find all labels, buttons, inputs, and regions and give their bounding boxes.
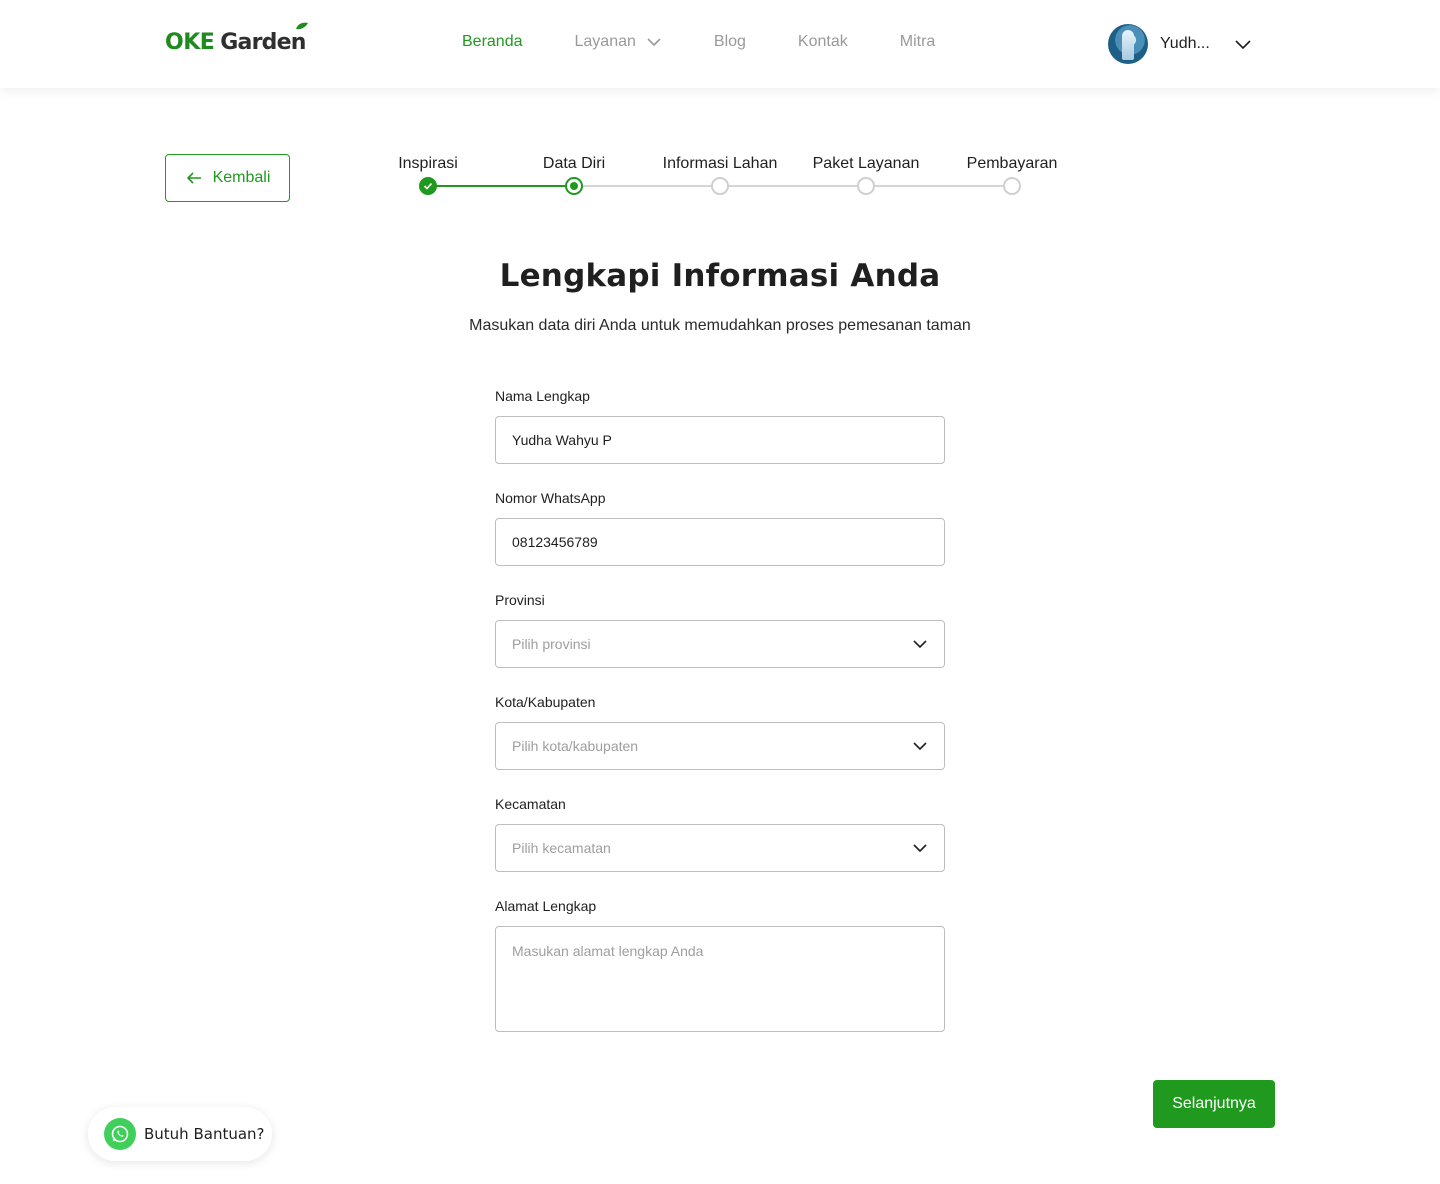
nav-label-kontak: Kontak <box>797 33 848 50</box>
nav-label-beranda: Beranda <box>462 33 523 50</box>
city-placeholder: Pilih kota/kabupaten <box>512 738 639 754</box>
page-subtitle: Masukan data diri Anda untuk memudahkan … <box>469 317 971 334</box>
district-label: Kecamatan <box>495 796 566 812</box>
province-placeholder: Pilih provinsi <box>512 636 591 652</box>
step-dot-pending <box>711 177 729 195</box>
top-navbar: OKE Garden Beranda Layanan Blog Kontak M… <box>0 0 1440 88</box>
whatsapp-label: Nomor WhatsApp <box>495 490 606 506</box>
nav-item-blog[interactable]: Blog <box>714 33 746 51</box>
district-placeholder: Pilih kecamatan <box>512 840 611 856</box>
chevron-down-icon <box>913 640 927 649</box>
chevron-down-icon <box>647 38 661 47</box>
avatar <box>1108 24 1148 64</box>
logo-text-oke: OKE <box>165 30 215 55</box>
chevron-down-icon <box>913 844 927 853</box>
whatsapp-icon <box>104 1118 136 1150</box>
nav-label-mitra: Mitra <box>899 33 936 50</box>
user-menu[interactable]: Yudh... <box>1108 24 1252 64</box>
step-label-inspirasi: Inspirasi <box>398 155 458 172</box>
step-connector <box>428 185 574 187</box>
nav-label-blog: Blog <box>713 33 746 50</box>
city-label: Kota/Kabupaten <box>495 694 596 710</box>
step-label-informasi-lahan: Informasi Lahan <box>662 155 778 172</box>
step-dot-pending <box>857 177 875 195</box>
step-dot-done <box>419 177 437 195</box>
logo-text-garden: Garden <box>220 22 308 55</box>
check-icon <box>423 182 433 190</box>
province-select[interactable]: Pilih provinsi <box>495 620 945 668</box>
address-textarea[interactable]: Masukan alamat lengkap Anda <box>495 926 945 1032</box>
next-button[interactable]: Selanjutnya <box>1153 1080 1275 1128</box>
progress-stepper: Inspirasi Data Diri Informasi Lahan Pake… <box>0 152 1440 202</box>
leaf-icon <box>295 22 308 30</box>
step-label-data-diri: Data Diri <box>542 155 606 172</box>
nav-item-kontak[interactable]: Kontak <box>798 33 848 51</box>
main-nav: Beranda Layanan Blog Kontak Mitra <box>462 33 987 51</box>
logo-text-garden-label: Garden <box>220 30 306 55</box>
help-label: Butuh Bantuan? <box>144 1125 265 1143</box>
nav-item-layanan[interactable]: Layanan <box>575 33 662 51</box>
district-select[interactable]: Pilih kecamatan <box>495 824 945 872</box>
chevron-down-icon <box>1235 40 1251 50</box>
whatsapp-glyph-icon <box>111 1125 129 1143</box>
whatsapp-input[interactable]: 08123456789 <box>495 518 945 566</box>
chevron-down-icon <box>913 742 927 751</box>
step-label-pembayaran: Pembayaran <box>966 155 1058 172</box>
step-dot-pending <box>1003 177 1021 195</box>
address-label: Alamat Lengkap <box>495 898 597 914</box>
city-select[interactable]: Pilih kota/kabupaten <box>495 722 945 770</box>
nav-label-layanan: Layanan <box>574 33 636 50</box>
province-label: Provinsi <box>495 592 545 608</box>
user-name: Yudh... <box>1160 35 1210 52</box>
page-title: Lengkapi Informasi Anda <box>499 258 941 294</box>
brand-logo[interactable]: OKE Garden <box>165 22 308 55</box>
full-name-input[interactable]: Yudha Wahyu P <box>495 416 945 464</box>
full-name-label: Nama Lengkap <box>495 388 590 404</box>
nav-item-mitra[interactable]: Mitra <box>900 33 936 51</box>
nav-item-beranda[interactable]: Beranda <box>462 33 523 51</box>
step-label-paket-layanan: Paket Layanan <box>812 155 920 172</box>
help-button[interactable]: Butuh Bantuan? <box>88 1107 272 1161</box>
step-connector <box>574 185 1012 187</box>
step-dot-current <box>565 177 583 195</box>
